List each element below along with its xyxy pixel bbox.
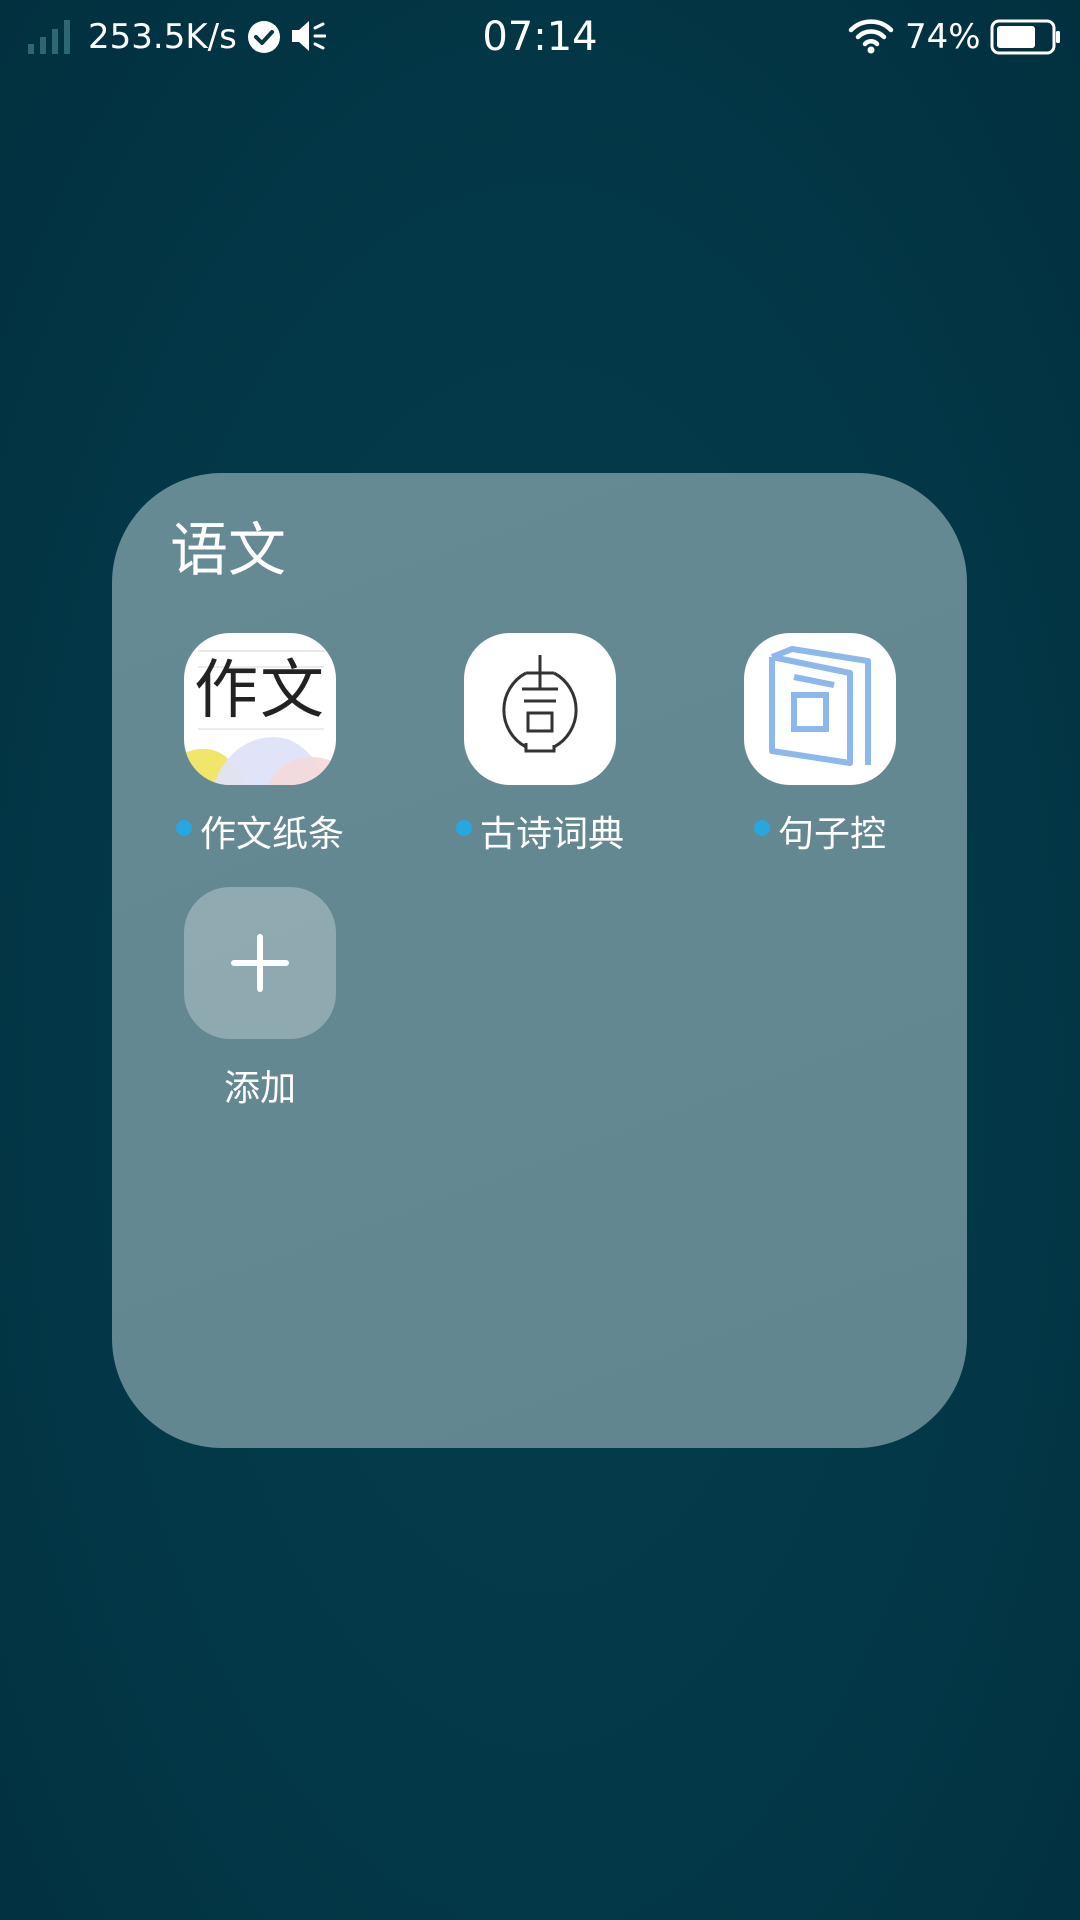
zuowen-app-icon[interactable]: 作文 [184, 633, 336, 785]
add-app-tile[interactable] [184, 887, 336, 1039]
app-label: 作文纸条 [199, 814, 344, 855]
app-folder: 语文 作文 作文纸条 古诗词典 句子控 添加 [112, 473, 967, 1448]
app-gushi-cidian[interactable]: 古诗词典 [430, 633, 630, 863]
zuowen-icon-text: 作文 [194, 654, 326, 728]
app-label-row: 添加 [130, 1059, 390, 1111]
add-label: 添加 [223, 1068, 296, 1109]
app-zuowen-zhitiao[interactable]: 作文 作文纸条 [150, 633, 350, 863]
juzikong-app-icon[interactable] [744, 633, 896, 785]
new-indicator-dot [175, 820, 192, 836]
app-label: 句子控 [777, 814, 886, 855]
new-indicator-dot [455, 820, 472, 836]
folder-title[interactable]: 语文 [170, 511, 286, 589]
app-label-row: 古诗词典 [410, 805, 670, 857]
battery-percentage: 74% [905, 17, 981, 57]
wifi-icon [848, 19, 894, 54]
add-app-button[interactable]: 添加 [150, 887, 350, 1117]
app-juzikong[interactable]: 句子控 [710, 633, 910, 863]
plus-icon [231, 934, 289, 992]
app-label-row: 句子控 [690, 805, 950, 857]
gushi-app-icon[interactable] [464, 633, 616, 785]
status-bar: 253.5K/s 07:14 74% [0, 0, 1080, 76]
app-label: 古诗词典 [479, 814, 624, 855]
new-indicator-dot [753, 820, 770, 836]
battery-icon [990, 19, 1060, 55]
app-label-row: 作文纸条 [130, 805, 390, 857]
